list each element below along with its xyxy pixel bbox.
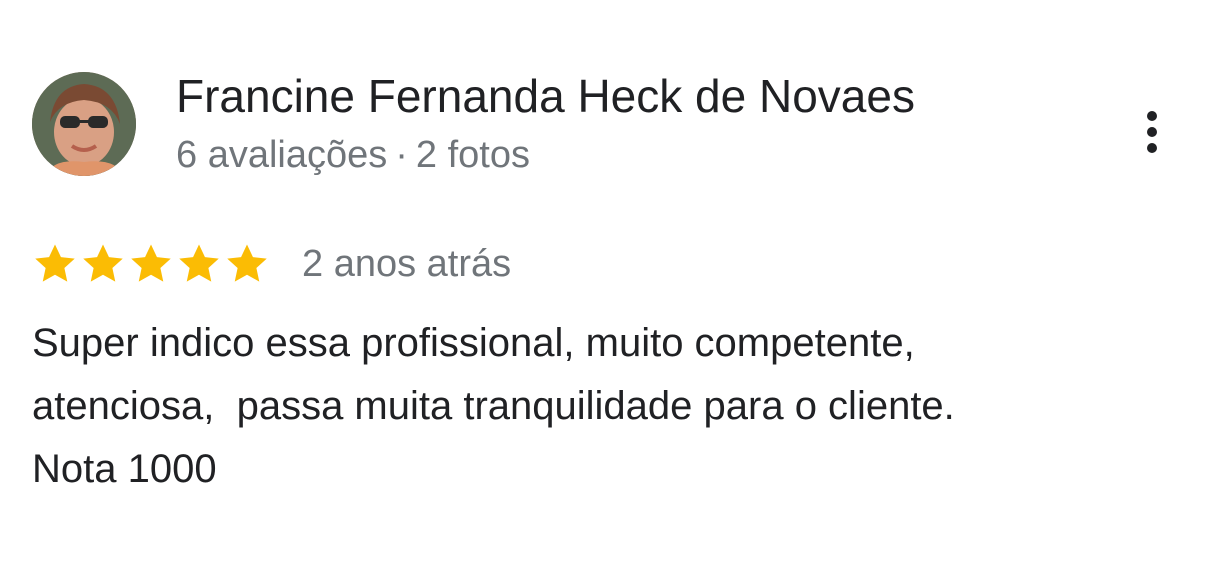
more-options-button[interactable] — [1128, 100, 1176, 164]
star-icon — [227, 244, 267, 282]
star-icon — [35, 244, 75, 282]
photos-count: 2 fotos — [415, 134, 530, 176]
review-date: 2 anos atrás — [302, 243, 512, 285]
review-text-line: Super indico essa profissional, muito co… — [32, 321, 915, 365]
star-icon — [179, 244, 219, 282]
review-text-line: atenciosa, passa muita tranquilidade par… — [32, 384, 955, 428]
review-text: Super indico essa profissional, muito co… — [32, 312, 1192, 501]
meta-separator: · — [395, 134, 408, 176]
review-card: Francine Fernanda Heck de Novaes 6 avali… — [0, 0, 1226, 570]
review-text-line: Nota 1000 — [32, 447, 217, 491]
reviewer-name[interactable]: Francine Fernanda Heck de Novaes — [176, 68, 915, 124]
more-vert-icon — [1147, 111, 1157, 153]
reviews-count: 6 avaliações — [176, 134, 388, 176]
rating-row: 2 anos atrás — [32, 236, 511, 292]
star-icon — [83, 244, 123, 282]
reviewer-meta: 6 avaliações · 2 fotos — [176, 130, 530, 180]
avatar-photo — [32, 72, 136, 176]
star-rating — [32, 241, 270, 287]
avatar[interactable] — [32, 72, 136, 176]
star-icon — [131, 244, 171, 282]
